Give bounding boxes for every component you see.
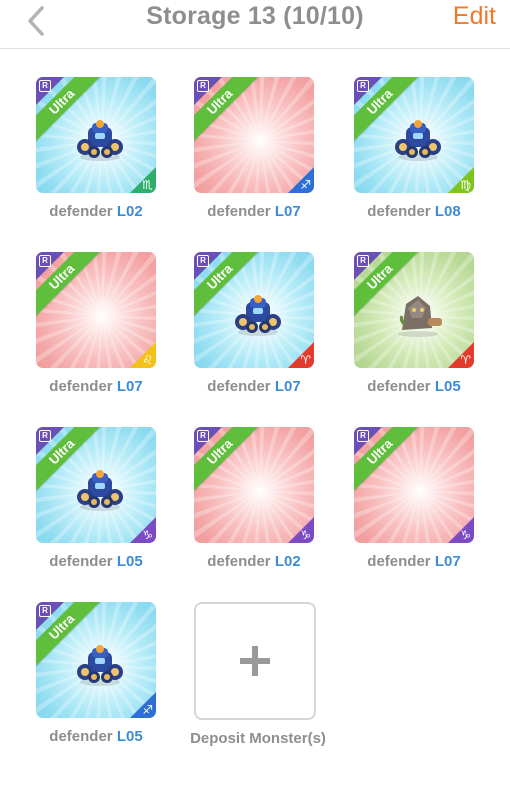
sagittarius-icon: ♐ — [300, 178, 311, 192]
monster-slot: Ultra R ♑ defender L05 — [20, 427, 180, 587]
monster-name-label: defender L05 — [354, 378, 474, 395]
aries-icon: ♈ — [460, 353, 471, 367]
monster-slot: Ultra R ♍ defender L08 — [338, 77, 498, 237]
monster-level: L02 — [116, 203, 143, 220]
plus-icon-vertical — [252, 646, 258, 676]
monster-name-label: defender L05 — [36, 728, 156, 745]
monster-level: L05 — [116, 553, 143, 570]
defender-monster-icon — [77, 645, 123, 686]
monster-name: defender — [49, 553, 113, 570]
monster-name: defender — [207, 378, 271, 395]
rarity-icon: R — [39, 605, 51, 617]
monster-card[interactable]: Ultra R ♐ — [194, 77, 314, 193]
rarity-icon: R — [357, 80, 369, 92]
monster-name-label: defender L07 — [194, 203, 314, 220]
monster-name: defender — [207, 203, 271, 220]
rarity-icon: R — [39, 255, 51, 267]
monster-level: L07 — [434, 553, 461, 570]
monster-name: defender — [49, 728, 113, 745]
monster-slot: Ultra R ♐ defender L05 — [20, 602, 180, 762]
monster-name: defender — [367, 378, 431, 395]
monster-name-label: defender L08 — [354, 203, 474, 220]
rarity-icon: R — [39, 430, 51, 442]
defender-monster-icon — [77, 120, 123, 161]
capricorn-icon: ♑ — [142, 528, 153, 542]
deposit-label: Deposit Monster(s) — [190, 730, 326, 747]
capricorn-icon: ♑ — [300, 528, 311, 542]
monster-name: defender — [49, 203, 113, 220]
aries-icon: ♈ — [300, 353, 311, 367]
monster-card[interactable]: Ultra R ♈ — [194, 252, 314, 368]
monster-card[interactable]: Ultra R ♑ — [36, 427, 156, 543]
rarity-icon: R — [39, 80, 51, 92]
monster-level: L07 — [274, 203, 301, 220]
monster-card[interactable]: Ultra R ♏ — [36, 77, 156, 193]
monster-name: defender — [207, 553, 271, 570]
monster-slot: Ultra R ♏ defender L02 — [20, 77, 180, 237]
monster-card[interactable]: Ultra R ♑ — [194, 427, 314, 543]
monster-slot: Ultra R ♑ defender L07 — [338, 427, 498, 587]
monster-slot: Ultra R ♈ defender L07 — [178, 252, 338, 412]
monster-name-label: defender L02 — [36, 203, 156, 220]
monster-level: L02 — [274, 553, 301, 570]
scorpio-icon: ♏ — [142, 178, 153, 192]
monster-slot: Ultra R ♈ defender L05 — [338, 252, 498, 412]
monster-card[interactable]: Ultra R ♌ — [36, 252, 156, 368]
defender-monster-icon — [77, 470, 123, 511]
monster-name: defender — [49, 378, 113, 395]
rarity-icon: R — [357, 430, 369, 442]
rarity-icon: R — [357, 255, 369, 267]
defender-monster-icon — [235, 295, 281, 336]
virgo-icon: ♍ — [460, 178, 471, 192]
monster-level: L05 — [116, 728, 143, 745]
capricorn-icon: ♑ — [460, 528, 471, 542]
monster-level: L05 — [434, 378, 461, 395]
monster-name: defender — [367, 553, 431, 570]
rock-monster-icon — [398, 296, 442, 337]
monster-name: defender — [367, 203, 431, 220]
monster-level: L08 — [434, 203, 461, 220]
deposit-slot: Deposit Monster(s) — [178, 602, 338, 762]
monster-card[interactable]: Ultra R ♐ — [36, 602, 156, 718]
defender-monster-icon — [395, 120, 441, 161]
monster-slot: Ultra R ♐ defender L07 — [178, 77, 338, 237]
monster-level: L07 — [274, 378, 301, 395]
monster-name-label: defender L05 — [36, 553, 156, 570]
leo-icon: ♌ — [142, 353, 153, 367]
monster-card[interactable]: Ultra R ♍ — [354, 77, 474, 193]
monster-slot: Ultra R ♑ defender L02 — [178, 427, 338, 587]
monster-card[interactable]: Ultra R ♑ — [354, 427, 474, 543]
sagittarius-icon: ♐ — [142, 703, 153, 717]
monster-name-label: defender L07 — [354, 553, 474, 570]
monster-name-label: defender L07 — [194, 378, 314, 395]
rarity-icon: R — [197, 80, 209, 92]
monster-slot: Ultra R ♌ defender L07 — [20, 252, 180, 412]
monster-level: L07 — [116, 378, 143, 395]
deposit-monster-button[interactable] — [194, 602, 316, 720]
storage-grid: Ultra R ♏ defender L02 Ultra R ♐ defende — [0, 0, 510, 800]
rarity-icon: R — [197, 255, 209, 267]
monster-name-label: defender L07 — [36, 378, 156, 395]
rarity-icon: R — [197, 430, 209, 442]
monster-card[interactable]: Ultra R ♈ — [354, 252, 474, 368]
monster-name-label: defender L02 — [194, 553, 314, 570]
